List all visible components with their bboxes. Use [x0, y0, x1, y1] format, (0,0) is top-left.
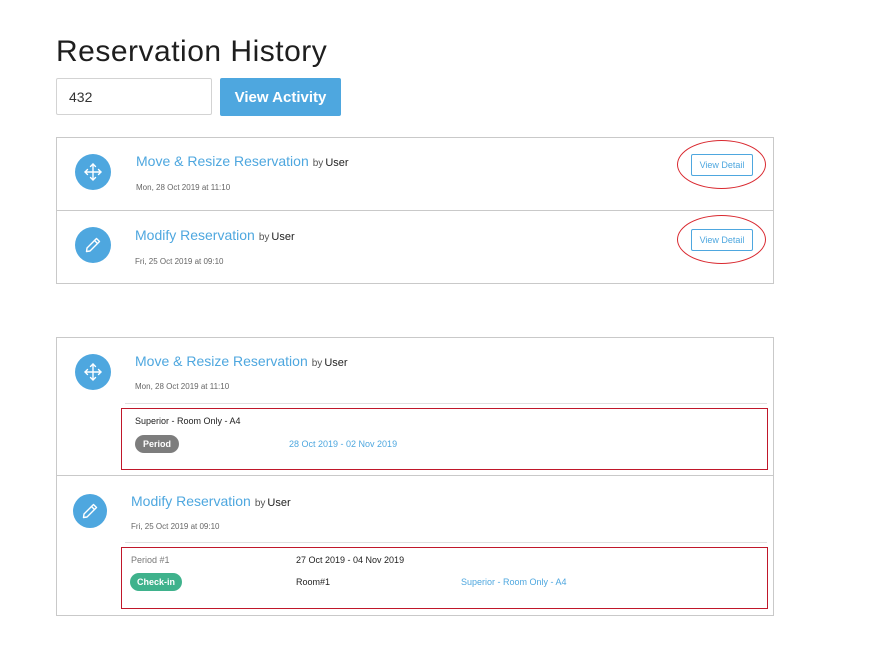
activity-name: Move & Resize Reservation [136, 153, 309, 169]
period-label: Period #1 [131, 555, 170, 565]
user-name: User [324, 357, 348, 369]
activity-date: Mon, 28 Oct 2019 at 11:10 [135, 382, 230, 391]
activity-heading: Modify Reservation by User [131, 493, 291, 511]
pencil-icon [75, 227, 111, 263]
highlight-ellipse [677, 215, 766, 264]
period-range: 27 Oct 2019 - 04 Nov 2019 [296, 555, 405, 565]
check-in-badge: Check-in [130, 573, 182, 591]
divider [125, 403, 767, 404]
pencil-icon [73, 494, 107, 528]
room-type: Superior - Room Only - A4 [461, 577, 567, 587]
reservation-id-input[interactable] [56, 78, 212, 115]
page-title: Reservation History [56, 35, 328, 69]
user-name: User [271, 231, 295, 243]
user-name: User [325, 157, 349, 169]
by-label: by [311, 358, 323, 369]
move-arrows-icon [75, 154, 111, 190]
activity-date: Fri, 25 Oct 2019 at 09:10 [131, 522, 220, 531]
activity-date: Fri, 25 Oct 2019 at 09:10 [135, 257, 224, 266]
activity-heading: Move & Resize Reservation by User [135, 353, 348, 371]
list-item: Modify Reservation by User Fri, 25 Oct 201… [57, 476, 773, 616]
divider [125, 542, 767, 543]
by-label: by [312, 158, 324, 169]
list-item: Modify Reservation by User Fri, 25 Oct 201… [57, 211, 773, 284]
list-item: Move & Resize Reservation by User Mon, 28 … [57, 338, 773, 476]
activity-detail-list: Move & Resize Reservation by User Mon, 28 … [56, 337, 774, 616]
period-range: 28 Oct 2019 - 02 Nov 2019 [289, 439, 398, 449]
by-label: by [254, 498, 266, 509]
activity-name: Modify Reservation [131, 493, 251, 509]
activity-date: Mon, 28 Oct 2019 at 11:10 [136, 183, 231, 192]
view-activity-button[interactable]: View Activity [220, 78, 341, 116]
activity-heading: Move & Resize Reservation by User [136, 153, 349, 171]
room-number: Room#1 [296, 577, 331, 587]
move-arrows-icon [75, 354, 111, 390]
activity-name: Move & Resize Reservation [135, 353, 308, 369]
by-label: by [258, 232, 270, 243]
highlight-box [121, 547, 768, 609]
period-badge: Period [135, 435, 179, 453]
activity-name: Modify Reservation [135, 227, 255, 243]
highlight-ellipse [677, 140, 766, 189]
user-name: User [267, 497, 291, 509]
activity-heading: Modify Reservation by User [135, 227, 295, 245]
activity-summary-list: Move & Resize Reservation by User Mon, 28 … [56, 137, 774, 284]
room-type: Superior - Room Only - A4 [135, 416, 241, 426]
list-item: Move & Resize Reservation by User Mon, 28 … [57, 138, 773, 211]
